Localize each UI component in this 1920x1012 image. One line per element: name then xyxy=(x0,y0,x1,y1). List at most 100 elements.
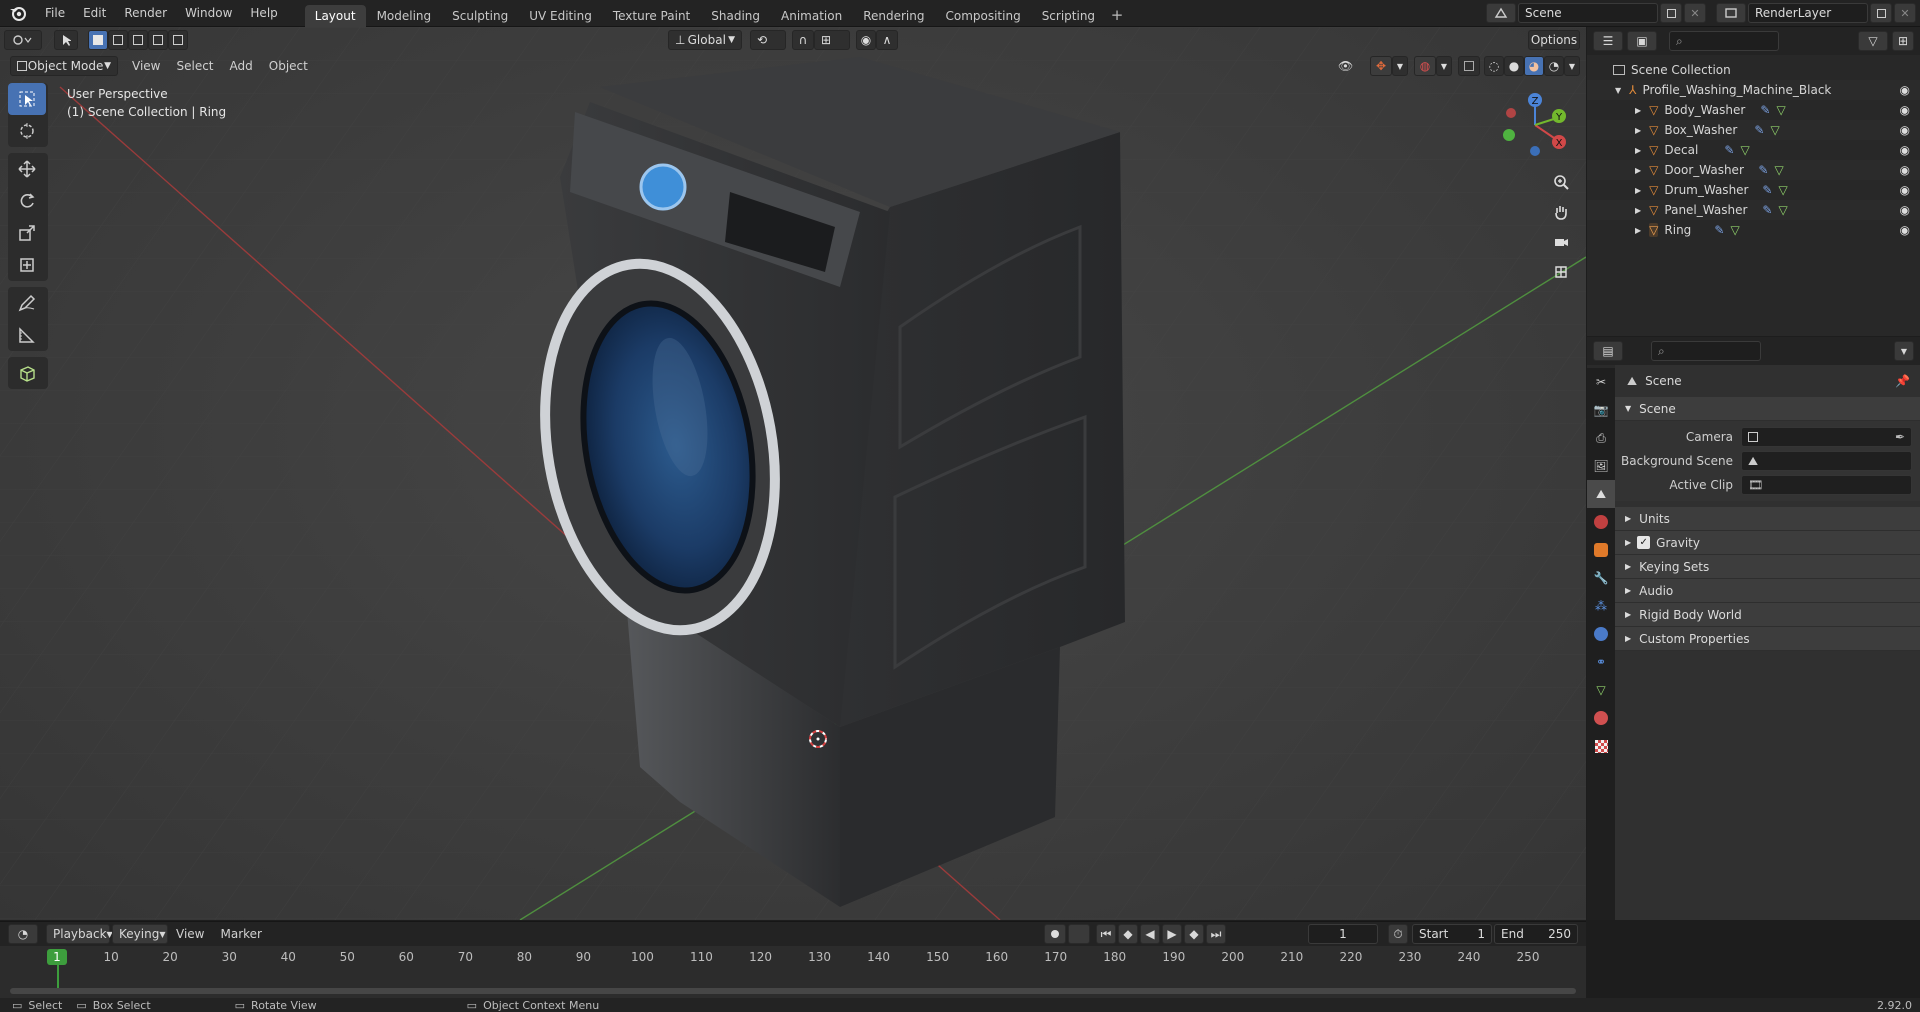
menu-add[interactable]: Add xyxy=(222,59,261,73)
gravity-panel-header[interactable]: ▶ ✓ Gravity xyxy=(1615,531,1920,555)
visibility-eye-icon[interactable]: ◉ xyxy=(1900,203,1910,217)
start-frame-field[interactable]: Start 1 xyxy=(1412,924,1492,944)
prev-keyframe-icon[interactable]: ◆ xyxy=(1118,924,1138,944)
collection-row[interactable]: ▼ ⅄ Profile_Washing_Machine_Black ◉ xyxy=(1587,80,1920,100)
3d-viewport[interactable]: User Perspective (1) Scene Collection | … xyxy=(0,27,1586,920)
gizmo-toggle[interactable]: ✥ xyxy=(1370,56,1392,76)
shading-rendered-button[interactable]: ◔ xyxy=(1544,56,1564,76)
select-box-tool[interactable] xyxy=(8,83,46,115)
delete-view-layer-button[interactable]: ✕ xyxy=(1894,3,1916,23)
camera-view-icon[interactable] xyxy=(1546,227,1576,257)
keying-sets-panel-header[interactable]: ▶ Keying Sets xyxy=(1615,555,1920,579)
jump-end-icon[interactable]: ⏭ xyxy=(1206,924,1226,944)
tab-shading[interactable]: Shading xyxy=(701,5,770,27)
current-frame-field[interactable]: 1 xyxy=(1308,924,1378,944)
properties-search-input[interactable]: ⌕ xyxy=(1651,341,1761,361)
scene-collection-row[interactable]: Scene Collection xyxy=(1587,60,1920,80)
move-tool[interactable] xyxy=(8,153,46,185)
new-scene-button[interactable] xyxy=(1660,3,1682,23)
snap-toggle[interactable]: ∩ xyxy=(792,30,814,50)
menu-file[interactable]: File xyxy=(36,0,74,27)
rigid-body-world-panel-header[interactable]: ▶ Rigid Body World xyxy=(1615,603,1920,627)
preview-range-toggle[interactable]: ⏱ xyxy=(1388,924,1408,944)
menu-view[interactable]: View xyxy=(124,59,168,73)
new-view-layer-button[interactable] xyxy=(1870,3,1892,23)
scene-browse-button[interactable] xyxy=(1486,3,1516,23)
add-workspace-button[interactable]: + xyxy=(1106,5,1128,27)
eyedropper-icon[interactable]: ✒ xyxy=(1895,430,1905,444)
ortho-grid-icon[interactable] xyxy=(1546,257,1576,287)
outliner-item-decal[interactable]: ▶ ▽ Decal ✎ ▽ ◉ xyxy=(1587,140,1920,160)
tab-object-data[interactable]: ▽ xyxy=(1587,676,1615,704)
auto-keying-toggle[interactable] xyxy=(1044,924,1066,944)
select-new-icon[interactable] xyxy=(88,30,108,50)
tab-layout[interactable]: Layout xyxy=(304,4,366,27)
frame-ruler[interactable]: 1 10 20 30 40 50 60 70 80 90 100 110 120 130 140 150 16… xyxy=(0,946,1586,999)
visibility-eye-icon[interactable]: ◉ xyxy=(1900,123,1910,137)
tab-scripting[interactable]: Scripting xyxy=(1032,5,1105,27)
shading-material-button[interactable]: ◕ xyxy=(1524,56,1544,76)
scale-tool[interactable] xyxy=(8,217,46,249)
zoom-icon[interactable] xyxy=(1546,167,1576,197)
visibility-eye-icon[interactable]: ◉ xyxy=(1900,163,1910,177)
transform-tool[interactable] xyxy=(8,249,46,281)
tab-tool[interactable]: ✂ xyxy=(1587,368,1615,396)
playback-dropdown[interactable]: Playback ▼ xyxy=(46,924,113,944)
timeline-menu-marker[interactable]: Marker xyxy=(212,927,269,941)
jump-start-icon[interactable]: ⏮ xyxy=(1096,924,1116,944)
options-dropdown[interactable]: Options xyxy=(1528,30,1580,50)
shading-wireframe-button[interactable]: ◌ xyxy=(1484,56,1504,76)
play-reverse-icon[interactable]: ◀ xyxy=(1140,924,1160,944)
outliner-item-box-washer[interactable]: ▶ ▽ Box_Washer ✎ ▽ ◉ xyxy=(1587,120,1920,140)
outliner-search-input[interactable]: ⌕ xyxy=(1669,31,1779,51)
tab-scene[interactable]: ⛰ xyxy=(1587,480,1615,508)
pivot-point-dropdown[interactable]: ⟲ xyxy=(750,30,786,50)
delete-scene-button[interactable]: ✕ xyxy=(1684,3,1706,23)
navigation-gizmo[interactable]: Z X Y xyxy=(1495,85,1570,165)
editor-type-button[interactable] xyxy=(4,30,42,50)
tab-constraints[interactable]: ⚭ xyxy=(1587,648,1615,676)
blender-logo-icon[interactable] xyxy=(0,0,36,27)
play-icon[interactable]: ▶ xyxy=(1162,924,1182,944)
menu-edit[interactable]: Edit xyxy=(74,0,115,27)
visibility-eye-icon[interactable]: ◉ xyxy=(1900,183,1910,197)
custom-properties-panel-header[interactable]: ▶ Custom Properties xyxy=(1615,627,1920,651)
menu-object[interactable]: Object xyxy=(261,59,316,73)
view-layer-browse-button[interactable] xyxy=(1716,3,1746,23)
tab-particles[interactable]: ⁂ xyxy=(1587,592,1615,620)
timeline-editor-type-button[interactable]: ◔ xyxy=(8,924,38,944)
tab-rendering[interactable]: Rendering xyxy=(853,5,934,27)
timeline-scrollbar[interactable] xyxy=(10,988,1576,994)
visibility-dropdown[interactable]: 👁 xyxy=(1332,56,1370,76)
menu-select[interactable]: Select xyxy=(168,59,221,73)
pan-hand-icon[interactable] xyxy=(1546,197,1576,227)
visibility-eye-icon[interactable]: ◉ xyxy=(1900,83,1910,97)
audio-panel-header[interactable]: ▶ Audio xyxy=(1615,579,1920,603)
rotate-tool[interactable] xyxy=(8,185,46,217)
overlays-toggle[interactable]: ◍ xyxy=(1414,56,1436,76)
shading-solid-button[interactable]: ● xyxy=(1504,56,1524,76)
tab-material[interactable] xyxy=(1587,704,1615,732)
tab-modifiers[interactable]: 🔧 xyxy=(1587,564,1615,592)
falloff-dropdown[interactable]: ∧ xyxy=(876,30,898,50)
outliner-item-body-washer[interactable]: ▶ ▽ Body_Washer ✎ ▽ ◉ xyxy=(1587,100,1920,120)
keying-options-button[interactable] xyxy=(1068,924,1090,944)
pin-icon[interactable]: 📌 xyxy=(1895,374,1910,388)
camera-field[interactable]: ✒ xyxy=(1741,427,1912,447)
snap-target-dropdown[interactable]: ⊞ xyxy=(814,30,850,50)
select-difference-icon[interactable] xyxy=(148,30,168,50)
select-tool-mode-button[interactable] xyxy=(54,30,78,50)
background-scene-field[interactable]: ⛰ xyxy=(1741,451,1912,471)
gravity-checkbox[interactable]: ✓ xyxy=(1637,536,1651,549)
tab-texture-paint[interactable]: Texture Paint xyxy=(603,5,700,27)
shading-dropdown[interactable]: ▼ xyxy=(1564,56,1580,76)
tab-output[interactable]: ⎙ xyxy=(1587,424,1615,452)
playhead-marker[interactable]: 1 xyxy=(47,949,67,965)
scene-name-field[interactable]: Scene xyxy=(1518,3,1658,23)
outliner-item-door-washer[interactable]: ▶ ▽ Door_Washer ✎ ▽ ◉ xyxy=(1587,160,1920,180)
measure-tool[interactable] xyxy=(8,319,46,351)
mode-dropdown[interactable]: Object Mode ▼ xyxy=(10,56,118,76)
properties-editor-type-button[interactable]: ▤ xyxy=(1593,341,1623,361)
transform-orientation-dropdown[interactable]: ⊥ Global ▼ xyxy=(668,30,742,50)
scene-panel-header[interactable]: ▼ Scene xyxy=(1615,397,1920,421)
